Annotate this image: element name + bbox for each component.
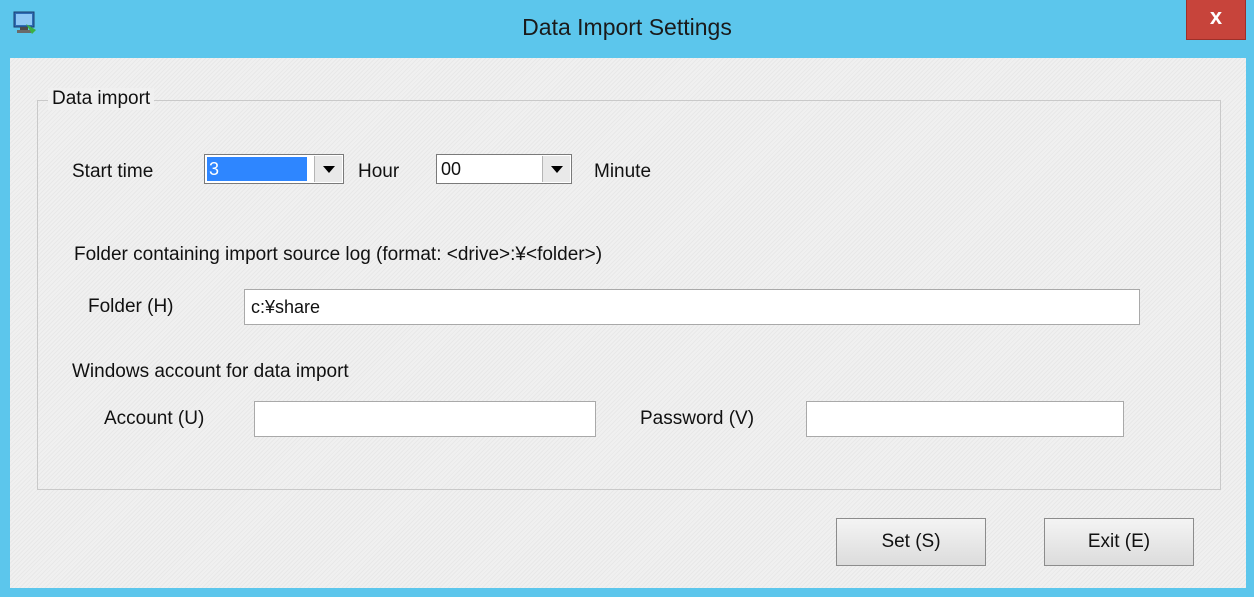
- hour-label: Hour: [358, 161, 400, 182]
- folder-input[interactable]: c:¥share: [244, 289, 1140, 325]
- folder-caption: Folder containing import source log (for…: [74, 244, 603, 265]
- dialog-body: Data import Start time 3 Hour 00 Minute …: [10, 58, 1246, 588]
- hour-value: 3: [207, 157, 307, 181]
- password-label: Password (V): [640, 408, 755, 429]
- minute-select[interactable]: 00: [436, 154, 572, 184]
- title-bar[interactable]: Data Import Settings x: [0, 0, 1254, 58]
- close-icon: x: [1209, 4, 1223, 29]
- exit-button[interactable]: Exit (E): [1044, 518, 1194, 566]
- folder-label: Folder (H): [88, 296, 174, 317]
- minute-label: Minute: [594, 161, 652, 182]
- account-label: Account (U): [104, 408, 205, 429]
- chevron-down-icon[interactable]: [314, 156, 342, 182]
- dialog-window: Data Import Settings x Data import Start…: [0, 0, 1254, 597]
- set-button[interactable]: Set (S): [836, 518, 986, 566]
- account-input[interactable]: [254, 401, 596, 437]
- group-label: Data import: [48, 88, 155, 110]
- password-input[interactable]: [806, 401, 1124, 437]
- window-title: Data Import Settings: [522, 14, 732, 40]
- hour-select[interactable]: 3: [204, 154, 344, 184]
- data-import-group: Data import Start time 3 Hour 00 Minute …: [37, 88, 1221, 490]
- minute-value: 00: [441, 159, 462, 179]
- account-caption: Windows account for data import: [72, 361, 349, 382]
- start-time-label: Start time: [72, 161, 154, 182]
- chevron-down-icon[interactable]: [542, 156, 570, 182]
- close-button[interactable]: x: [1186, 0, 1246, 40]
